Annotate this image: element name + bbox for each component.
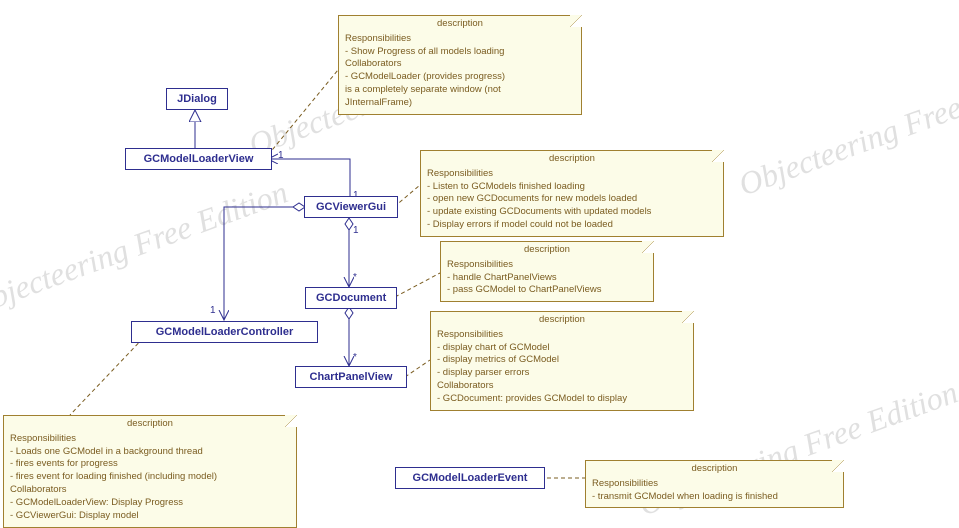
watermark: Objecteering Free Edition [0,174,293,324]
multiplicity: 1 [353,225,359,236]
note-line: JInternalFrame) [345,97,575,110]
note-line: - fires events for progress [10,458,290,471]
note-line: - Show Progress of all models loading [345,46,575,59]
note-line: - GCModelLoaderView: Display Progress [10,497,290,510]
multiplicity: * [353,352,357,363]
note-title: description [592,463,837,476]
multiplicity: * [353,272,357,283]
note-title: description [10,418,290,431]
note-line: - display chart of GCModel [437,342,687,355]
note-line: - display parser errors [437,367,687,380]
note-line: - Listen to GCModels finished loading [427,181,717,194]
note-chartpanelview: description Responsibilities - display c… [430,311,694,411]
note-line: Collaborators [10,484,290,497]
note-line: - fires event for loading finished (incl… [10,471,290,484]
note-title: description [437,314,687,327]
note-line: Responsibilities [447,259,647,272]
note-title: description [345,18,575,31]
note-line: - update existing GCDocuments with updat… [427,206,717,219]
note-line: Responsibilities [427,168,717,181]
class-gcmodelloaderevent: GCModelLoaderEvent [395,467,545,489]
multiplicity: 1 [278,150,284,161]
note-line: - transmit GCModel when loading is finis… [592,491,837,504]
class-chartpanelview: ChartPanelView [295,366,407,388]
note-gcmodelloaderevent: description Responsibilities - transmit … [585,460,844,508]
watermark: Objecteering Free Edition [734,54,959,204]
note-line: Collaborators [437,380,687,393]
note-gcdocument: description Responsibilities - handle Ch… [440,241,654,302]
class-gcviewergui: GCViewerGui [304,196,398,218]
class-gcmodelloaderview: GCModelLoaderView [125,148,272,170]
note-line: - GCDocument: provides GCModel to displa… [437,393,687,406]
note-line: - GCViewerGui: Display model [10,510,290,523]
note-line: - display metrics of GCModel [437,354,687,367]
note-gcmodelloadercontroller: description Responsibilities - Loads one… [3,415,297,528]
note-line: Responsibilities [592,478,837,491]
note-line: Responsibilities [437,329,687,342]
note-line: is a completely separate window (not [345,84,575,97]
note-line: - GCModelLoader (provides progress) [345,71,575,84]
note-line: - Display errors if model could not be l… [427,219,717,232]
class-jdialog: JDialog [166,88,228,110]
note-title: description [427,153,717,166]
note-title: description [447,244,647,257]
note-gcviewergui: description Responsibilities - Listen to… [420,150,724,237]
note-line: Responsibilities [10,433,290,446]
note-line: Collaborators [345,58,575,71]
class-gcdocument: GCDocument [305,287,397,309]
class-gcmodelloadercontroller: GCModelLoaderController [131,321,318,343]
note-line: - pass GCModel to ChartPanelViews [447,284,647,297]
multiplicity: 1 [210,305,216,316]
note-line: - Loads one GCModel in a background thre… [10,446,290,459]
note-line: - handle ChartPanelViews [447,272,647,285]
note-line: - open new GCDocuments for new models lo… [427,193,717,206]
note-line: Responsibilities [345,33,575,46]
note-gcmodelloaderview: description Responsibilities - Show Prog… [338,15,582,115]
